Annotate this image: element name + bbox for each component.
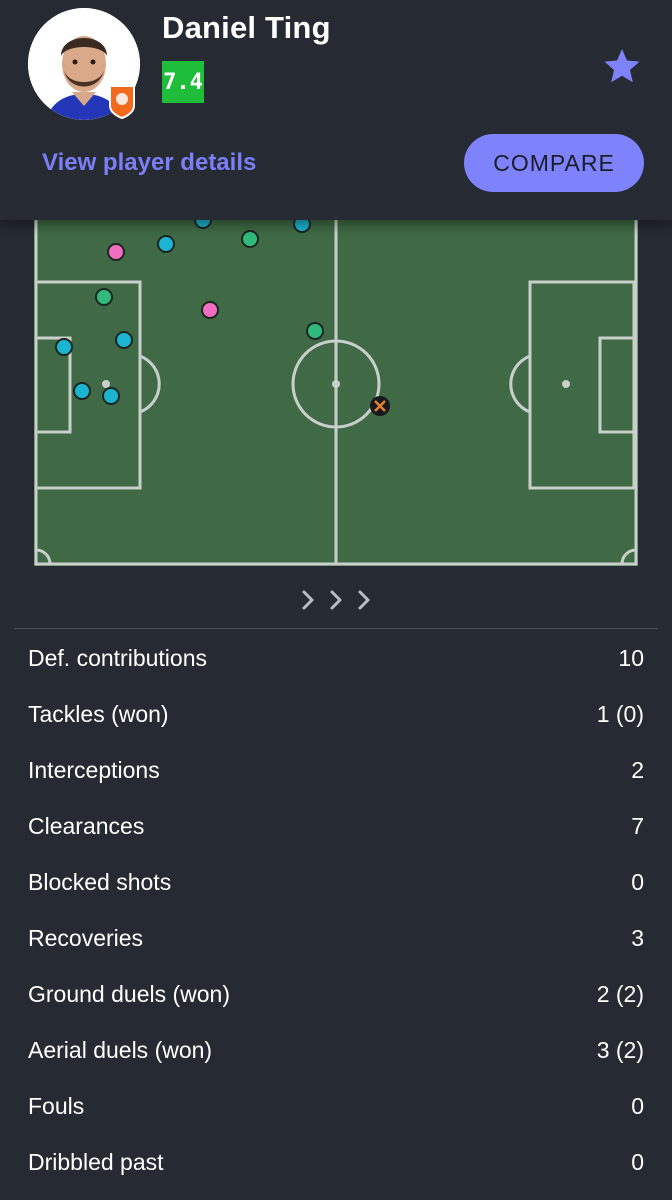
stat-row-recoveries: Recoveries 3 xyxy=(0,910,672,966)
stat-value: 10 xyxy=(618,644,644,671)
stat-row-blocked-shots: Blocked shots 0 xyxy=(0,854,672,910)
stat-value: 3 (2) xyxy=(596,1036,644,1063)
player-header: Daniel Ting 7.4 View player details COMP… xyxy=(0,0,672,220)
action-dot xyxy=(201,301,219,319)
stat-row-dribbled-past: Dribbled past 0 xyxy=(0,1134,672,1190)
stat-label: Fouls xyxy=(28,1092,85,1119)
stat-value: 3 xyxy=(631,924,644,951)
action-dot xyxy=(107,243,125,261)
stat-label: Clearances xyxy=(28,812,145,839)
stat-label: Def. contributions xyxy=(28,644,207,671)
stat-label: Ground duels (won) xyxy=(28,980,230,1007)
stat-value: 0 xyxy=(631,1092,644,1119)
stat-row-def-contributions: Def. contributions 10 xyxy=(0,630,672,686)
stat-label: Recoveries xyxy=(28,924,144,951)
divider xyxy=(14,628,658,629)
defensive-stats-list: Def. contributions 10 Tackles (won) 1 (0… xyxy=(0,630,672,1190)
stat-value: 7 xyxy=(631,812,644,839)
defensive-action-map xyxy=(34,200,638,566)
compare-button[interactable]: COMPARE xyxy=(464,134,644,192)
action-dot xyxy=(306,322,324,340)
action-dot xyxy=(95,288,113,306)
stat-value: 2 xyxy=(631,756,644,783)
team-crest-icon xyxy=(109,85,135,120)
action-dot xyxy=(157,235,175,253)
action-dot xyxy=(115,331,133,349)
action-dot xyxy=(73,382,91,400)
action-dot xyxy=(241,230,259,248)
stat-label: Blocked shots xyxy=(28,868,172,895)
stat-row-fouls: Fouls 0 xyxy=(0,1078,672,1134)
stat-label: Tackles (won) xyxy=(28,700,169,727)
stat-value: 0 xyxy=(631,1148,644,1175)
action-dot xyxy=(102,387,120,405)
stat-row-ground-duels: Ground duels (won) 2 (2) xyxy=(0,966,672,1022)
star-icon[interactable] xyxy=(602,46,642,86)
player-name: Daniel Ting xyxy=(162,10,331,45)
view-player-details-link[interactable]: View player details xyxy=(42,149,256,177)
stat-row-clearances: Clearances 7 xyxy=(0,798,672,854)
action-dot xyxy=(55,338,73,356)
stat-row-interceptions: Interceptions 2 xyxy=(0,742,672,798)
stat-label: Interceptions xyxy=(28,756,160,783)
stat-value: 0 xyxy=(631,868,644,895)
chevron-right-icon[interactable] xyxy=(296,586,376,614)
player-rating-badge: 7.4 xyxy=(162,61,204,103)
stat-row-aerial-duels: Aerial duels (won) 3 (2) xyxy=(0,1022,672,1078)
dribbled-past-marker xyxy=(370,396,390,416)
stat-label: Dribbled past xyxy=(28,1148,164,1175)
stat-label: Aerial duels (won) xyxy=(28,1036,213,1063)
stat-row-tackles: Tackles (won) 1 (0) xyxy=(0,686,672,742)
stat-value: 1 (0) xyxy=(596,700,644,727)
stat-value: 2 (2) xyxy=(596,980,644,1007)
